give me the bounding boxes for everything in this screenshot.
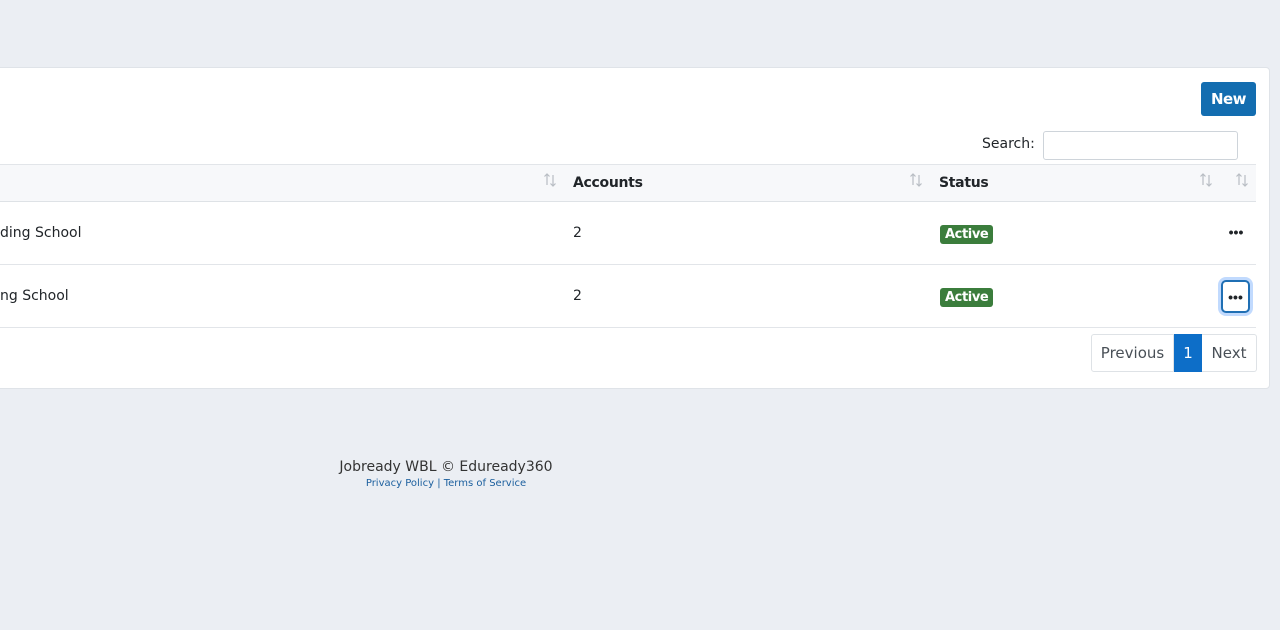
- status-badge: Active: [940, 288, 994, 307]
- terms-of-service-link[interactable]: Terms of Service: [444, 478, 526, 489]
- table-row: ng School 2 Active •••: [0, 265, 1256, 328]
- new-button[interactable]: New: [1201, 82, 1256, 116]
- sort-icon[interactable]: [909, 172, 923, 188]
- pagination-previous[interactable]: Previous: [1091, 334, 1174, 372]
- table-header: Accounts Status: [0, 164, 1256, 202]
- row-name: ding School: [0, 225, 82, 241]
- row-actions-button[interactable]: •••: [1221, 280, 1250, 313]
- privacy-policy-link[interactable]: Privacy Policy: [366, 478, 434, 489]
- footer-separator: |: [437, 478, 441, 489]
- sort-icon[interactable]: [1199, 172, 1213, 188]
- row-accounts: 2: [573, 288, 582, 304]
- search-label: Search:: [982, 136, 1035, 152]
- sort-icon[interactable]: [543, 172, 557, 188]
- row-actions-button[interactable]: •••: [1222, 217, 1250, 247]
- row-name: ng School: [0, 288, 69, 304]
- footer-links: Privacy Policy | Terms of Service: [0, 478, 892, 489]
- ellipsis-icon: •••: [1228, 224, 1244, 240]
- footer-copyright: Jobready WBL © Eduready360: [339, 459, 553, 475]
- status-badge: Active: [940, 225, 994, 244]
- column-header-accounts[interactable]: Accounts: [573, 175, 643, 191]
- table-row: ding School 2 Active •••: [0, 202, 1256, 265]
- ellipsis-icon: •••: [1228, 288, 1243, 305]
- sort-icon[interactable]: [1235, 172, 1249, 188]
- search-input[interactable]: [1043, 131, 1238, 160]
- pagination-next[interactable]: Next: [1202, 334, 1257, 372]
- row-accounts: 2: [573, 225, 582, 241]
- column-header-status[interactable]: Status: [939, 175, 989, 191]
- pagination-page-1[interactable]: 1: [1174, 334, 1202, 372]
- pagination: Previous 1 Next: [1091, 334, 1257, 372]
